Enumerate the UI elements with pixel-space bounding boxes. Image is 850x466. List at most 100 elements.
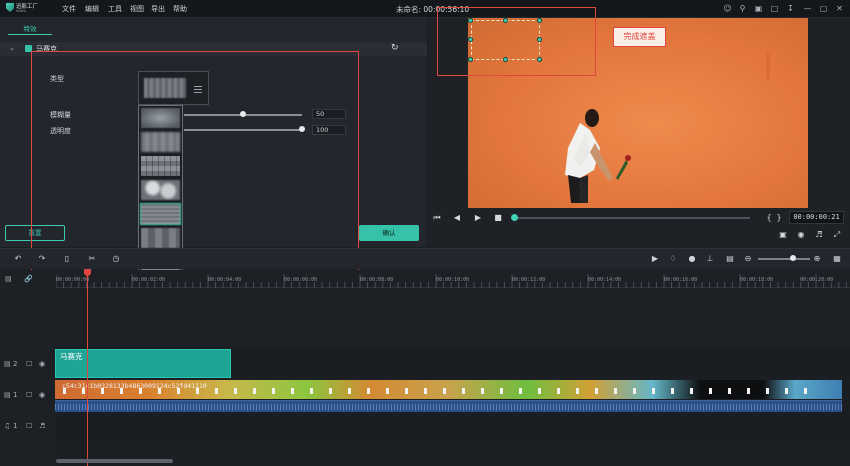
mic-icon[interactable]: ● xyxy=(687,254,697,264)
split-screen-icon[interactable]: ▤ xyxy=(725,254,735,264)
video-clip-label: c54c31c1b0328133b4863009124c52fd41110 xyxy=(62,382,207,390)
undo-icon[interactable]: ↶ xyxy=(13,254,23,264)
audio-track-icon: ♫ xyxy=(4,422,11,430)
video-track-icon: ▤ xyxy=(4,360,11,368)
empty-track-area xyxy=(56,289,850,347)
menu-help[interactable]: 帮助 xyxy=(173,4,187,14)
thumbnail-figure xyxy=(310,388,313,394)
maximize-icon[interactable]: ▢ xyxy=(819,4,828,13)
add-track-icon[interactable]: ▤ xyxy=(5,275,12,283)
lock-icon[interactable]: ☐ xyxy=(26,422,32,430)
zoom-in-icon[interactable]: ⊕ xyxy=(812,254,822,264)
ruler-tick-label: 00:00:10:00 xyxy=(436,277,470,283)
volume-icon[interactable]: ♬ xyxy=(814,230,824,240)
thumbnail-figure xyxy=(405,388,408,394)
tab-effects[interactable]: 特效 xyxy=(8,23,52,35)
thumbnail-figure xyxy=(272,388,275,394)
confirm-button[interactable]: 确认 xyxy=(359,225,419,241)
audio-waveform-clip[interactable] xyxy=(55,400,842,412)
play-icon[interactable]: ▶ xyxy=(473,213,483,223)
thumbnail-figure xyxy=(595,388,598,394)
horizontal-scrollbar[interactable] xyxy=(56,459,173,463)
zoom-out-icon[interactable]: ⊖ xyxy=(743,254,753,264)
chevron-down-icon[interactable]: ⌄ xyxy=(9,44,15,52)
thumbnail-figure xyxy=(253,388,256,394)
track-header-column xyxy=(0,270,56,466)
annotation-callout: 完成遮盖 xyxy=(613,27,666,47)
thumbnail-figure xyxy=(728,388,731,394)
playback-progress-track[interactable] xyxy=(514,217,750,219)
menu-edit[interactable]: 编辑 xyxy=(85,4,99,14)
redo-icon[interactable]: ↷ xyxy=(37,254,47,264)
volume-icon[interactable]: ♬ xyxy=(39,422,45,430)
ruler-tick-label: 00:00:20:00 xyxy=(800,277,834,283)
ruler-tick-label: 00:00:14:00 xyxy=(588,277,622,283)
thumbnail-figure xyxy=(348,388,351,394)
menu-view[interactable]: 视图 xyxy=(130,4,144,14)
thumbnail-figure xyxy=(709,388,712,394)
playback-progress-knob[interactable] xyxy=(511,214,518,221)
link-icon[interactable]: 🔗 xyxy=(24,275,33,283)
mark-in-icon[interactable]: { xyxy=(764,213,774,223)
lock-icon[interactable]: ☐ xyxy=(26,360,32,368)
thumbnail-figure xyxy=(557,388,560,394)
previous-frame-icon[interactable]: ⏮ xyxy=(432,213,442,223)
menu-file[interactable]: 文件 xyxy=(62,4,76,14)
track-row-audio xyxy=(56,415,850,443)
ruler-tick-label: 00:00:16:00 xyxy=(664,277,698,283)
preview-timecode: 00:00:00:21 xyxy=(789,211,844,224)
notification-icon[interactable]: □ xyxy=(770,4,779,13)
render-preview-icon[interactable]: ▣ xyxy=(778,230,788,240)
mark-out-icon[interactable]: } xyxy=(774,213,784,223)
reset-icon[interactable]: ↻ xyxy=(391,43,399,53)
delete-icon[interactable]: ▯ xyxy=(62,254,72,264)
thumbnail-figure xyxy=(424,388,427,394)
playhead-line[interactable] xyxy=(87,274,88,466)
cut-icon[interactable]: ✂ xyxy=(87,254,97,264)
cart-icon[interactable]: ⚲ xyxy=(738,4,747,13)
stop-icon[interactable]: ■ xyxy=(493,213,503,223)
ruler-tick-label: 00:00:00:00 xyxy=(56,277,90,283)
thumbnail-figure xyxy=(538,388,541,394)
thumbnail-figure xyxy=(443,388,446,394)
ruler-tick-label: 00:00:08:00 xyxy=(360,277,394,283)
user-icon[interactable]: ☺ xyxy=(723,4,732,13)
video-track-icon: ▤ xyxy=(4,391,11,399)
waveform xyxy=(55,404,842,410)
snapshot-icon[interactable]: ◉ xyxy=(796,230,806,240)
thumbnail-figure xyxy=(576,388,579,394)
track-number: 1 xyxy=(13,391,18,399)
thumbnail-figure xyxy=(747,388,750,394)
close-icon[interactable]: ✕ xyxy=(835,4,844,13)
download-icon[interactable]: ↧ xyxy=(786,4,795,13)
thumbnail-figure xyxy=(785,388,788,394)
menu-tools[interactable]: 工具 xyxy=(108,4,122,14)
thumbnail-figure xyxy=(766,388,769,394)
ruler-tick-label: 00:00:06:00 xyxy=(284,277,318,283)
detach-audio-icon[interactable]: ⊥ xyxy=(705,254,715,264)
thumbnail-figure xyxy=(215,388,218,394)
render-icon[interactable]: ▶ xyxy=(650,254,660,264)
thumbnail-figure xyxy=(386,388,389,394)
thumbnail-figure xyxy=(633,388,636,394)
zoom-slider-track[interactable] xyxy=(758,258,810,260)
eye-icon[interactable]: ◉ xyxy=(39,360,45,368)
effect-clip-label: 马赛克 xyxy=(60,352,83,361)
zoom-slider-knob[interactable] xyxy=(790,255,796,261)
track-number: 1 xyxy=(13,422,18,430)
highlight-box xyxy=(437,7,596,76)
play-back-icon[interactable]: ◀ xyxy=(452,213,462,223)
ruler-tick-label: 00:00:12:00 xyxy=(512,277,546,283)
thumbnail-figure xyxy=(500,388,503,394)
clock-icon[interactable]: ◷ xyxy=(111,254,121,264)
minimize-icon[interactable]: — xyxy=(803,4,812,13)
grid-icon[interactable]: ▦ xyxy=(832,254,842,264)
timeline-toolbar xyxy=(0,248,850,269)
lock-icon[interactable]: ☐ xyxy=(26,391,32,399)
save-icon[interactable]: ▣ xyxy=(754,4,763,13)
menu-export[interactable]: 导出 xyxy=(151,4,165,14)
shield-icon[interactable]: ♢ xyxy=(668,254,678,264)
thumbnail-figure xyxy=(234,388,237,394)
eye-icon[interactable]: ◉ xyxy=(39,391,45,399)
fullscreen-icon[interactable]: ⤢ xyxy=(832,230,842,240)
